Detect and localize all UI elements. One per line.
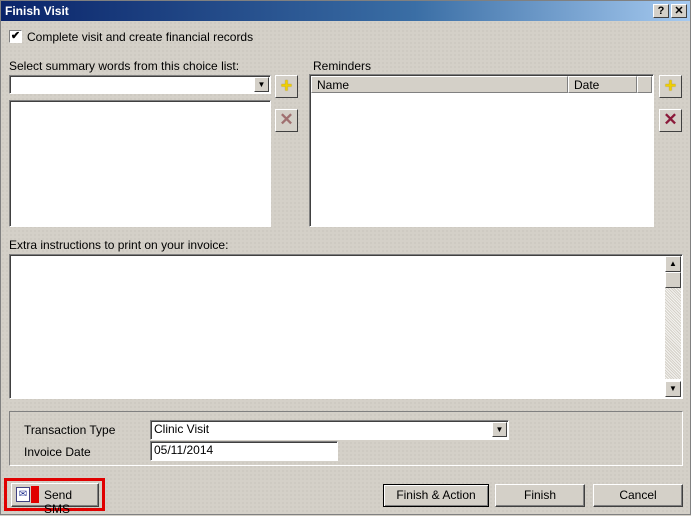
summary-words-label: Select summary words from this choice li…	[9, 59, 240, 73]
delete-summary-button[interactable]: ✕	[275, 109, 298, 132]
scroll-down-icon[interactable]: ▼	[665, 381, 681, 397]
sms-icon-badge	[31, 486, 39, 503]
close-button[interactable]: ✕	[671, 4, 687, 18]
column-header-filler	[637, 76, 652, 93]
title-bar: Finish Visit ? ✕	[1, 1, 690, 21]
complete-visit-checkbox[interactable]: ✔	[9, 30, 22, 43]
extra-instructions-label: Extra instructions to print on your invo…	[9, 238, 229, 252]
scrollbar-track[interactable]	[665, 272, 681, 379]
finish-visit-dialog: Finish Visit ? ✕ ✔ Complete visit and cr…	[0, 0, 691, 516]
chevron-down-icon[interactable]: ▼	[254, 77, 269, 92]
transaction-type-label: Transaction Type	[24, 423, 116, 437]
delete-icon: ✕	[279, 110, 294, 129]
add-reminder-button[interactable]: +	[659, 75, 682, 98]
cancel-button[interactable]: Cancel	[593, 484, 683, 507]
sms-icon: ✉	[16, 487, 30, 502]
complete-visit-label: Complete visit and create financial reco…	[27, 30, 254, 44]
plus-icon: +	[280, 75, 293, 97]
invoice-date-label: Invoice Date	[24, 445, 91, 459]
scroll-up-icon[interactable]: ▲	[665, 256, 681, 272]
chevron-down-icon[interactable]: ▼	[492, 422, 507, 437]
delete-icon: ✕	[663, 110, 678, 129]
transaction-type-value: Clinic Visit	[154, 422, 210, 436]
transaction-type-dropdown[interactable]: Clinic Visit ▼	[150, 420, 509, 440]
invoice-date-value: 05/11/2014	[154, 443, 214, 457]
delete-reminder-button[interactable]: ✕	[659, 109, 682, 132]
window-title: Finish Visit	[5, 4, 69, 18]
column-header-date[interactable]: Date	[568, 76, 637, 93]
scrollbar-thumb[interactable]	[665, 272, 681, 288]
plus-icon: +	[664, 75, 677, 97]
finish-button[interactable]: Finish	[495, 484, 585, 507]
summary-words-list[interactable]	[9, 100, 271, 227]
extra-instructions-textarea[interactable]: ▲ ▼	[9, 254, 683, 399]
add-summary-button[interactable]: +	[275, 75, 298, 98]
help-button[interactable]: ?	[653, 4, 669, 18]
finish-and-action-button[interactable]: Finish & Action	[383, 484, 489, 507]
send-sms-button[interactable]: ✉ Send SMS	[11, 483, 99, 516]
reminders-table[interactable]: Name Date	[309, 74, 654, 227]
invoice-date-field[interactable]: 05/11/2014	[150, 441, 338, 461]
send-sms-label: Send SMS	[44, 488, 73, 516]
column-header-name[interactable]: Name	[311, 76, 568, 93]
reminders-label: Reminders	[313, 59, 372, 73]
summary-words-dropdown[interactable]: ▼	[9, 75, 271, 94]
